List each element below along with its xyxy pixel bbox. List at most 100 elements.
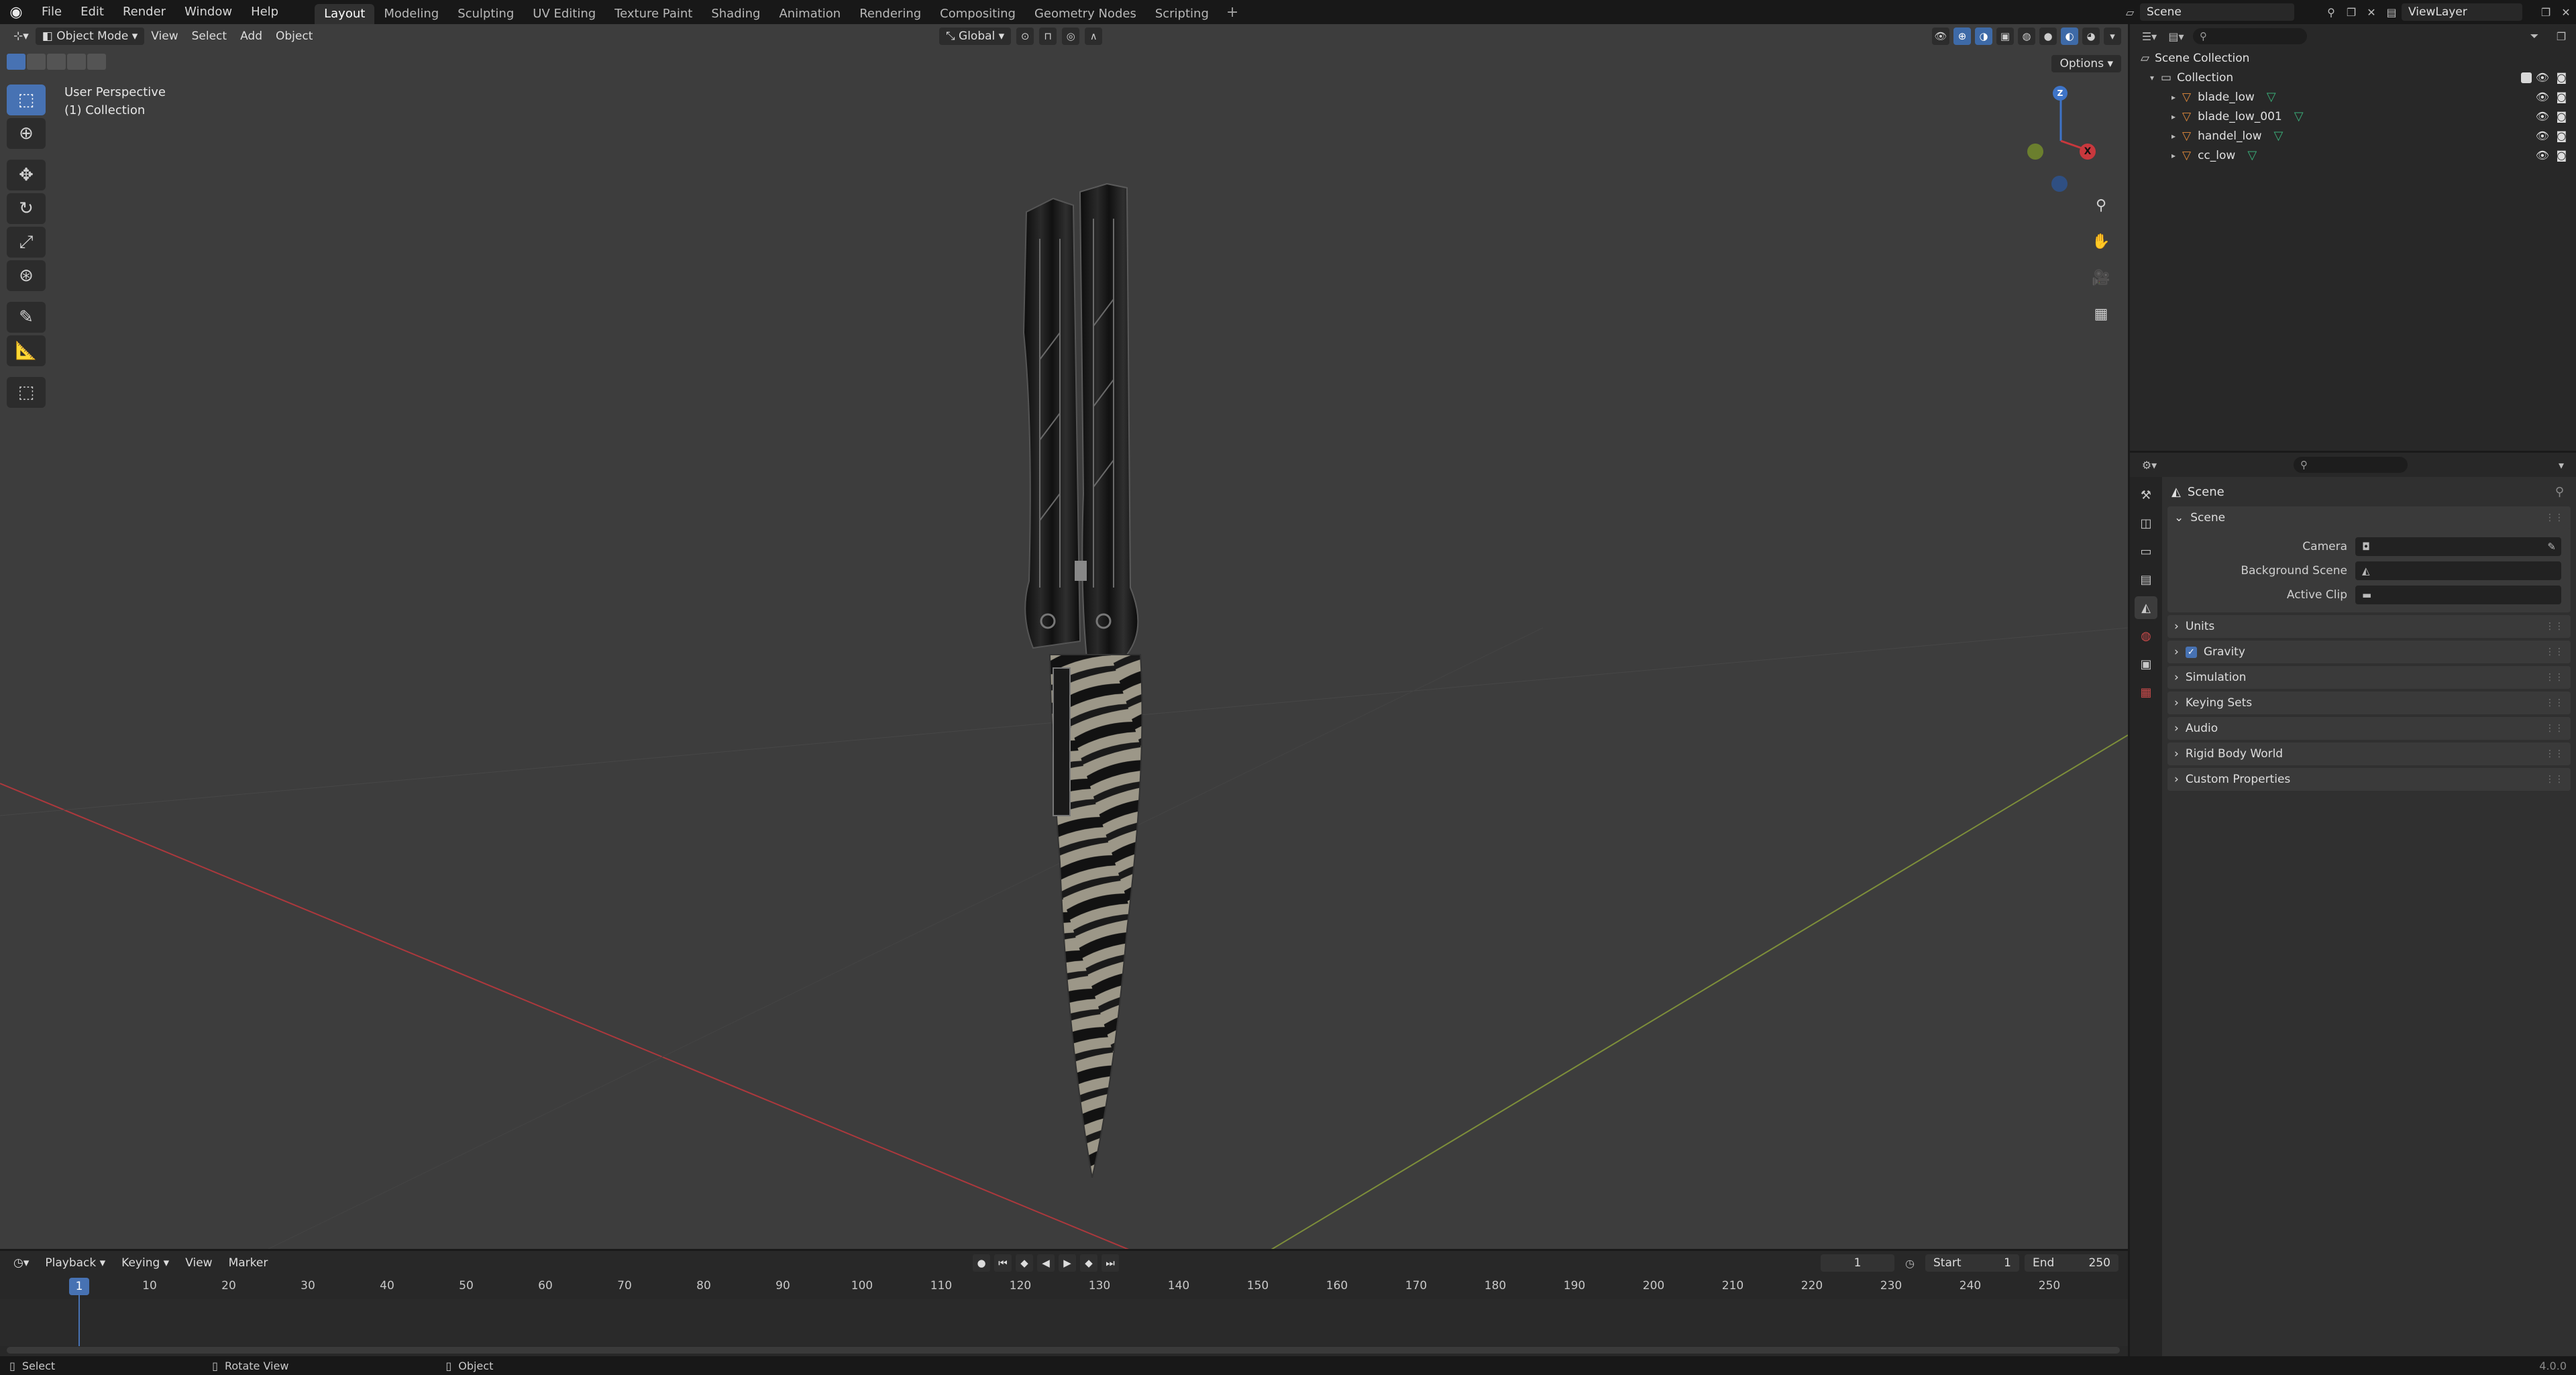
end-frame-input[interactable]: End 250 xyxy=(2025,1254,2118,1272)
active-clip-input[interactable]: ▬ xyxy=(2355,586,2561,604)
shading-options-icon[interactable]: ▾ xyxy=(2104,28,2121,45)
properties-search-input[interactable]: ⚲ xyxy=(2294,457,2408,473)
tab-uv-editing[interactable]: UV Editing xyxy=(523,4,605,24)
drag-grip-icon[interactable]: ⋮⋮ xyxy=(2545,749,2564,759)
select-new-mode[interactable] xyxy=(7,54,25,70)
move-tool-icon[interactable]: ✥ xyxy=(7,160,46,190)
camera-icon[interactable]: ◙ xyxy=(2556,110,2567,123)
orientation-selector[interactable]: ⤡ Global ▾ xyxy=(939,28,1012,45)
background-scene-input[interactable]: ◭ xyxy=(2355,561,2561,580)
clock-icon[interactable]: ◷ xyxy=(1902,1255,1918,1271)
drag-grip-icon[interactable]: ⋮⋮ xyxy=(2545,621,2564,632)
proportional-edit-icon[interactable]: ◎ xyxy=(1062,28,1080,45)
units-panel-header[interactable]: › Units ⋮⋮ xyxy=(2167,615,2571,638)
pan-hand-icon[interactable]: ✋ xyxy=(2088,228,2114,255)
frame-ruler[interactable]: 10 20 30 40 50 60 70 80 90 100 110 120 1… xyxy=(0,1279,2128,1299)
menu-window[interactable]: Window xyxy=(175,0,241,24)
navigation-gizmo[interactable]: Z X xyxy=(2014,82,2108,203)
custom-properties-panel[interactable]: › Custom Properties ⋮⋮ xyxy=(2167,768,2571,791)
expand-icon[interactable]: ▸ xyxy=(2171,112,2182,121)
camera-icon[interactable]: ◙ xyxy=(2556,149,2567,162)
world-tab-icon[interactable]: ◍ xyxy=(2135,624,2157,647)
menu-help[interactable]: Help xyxy=(241,0,288,24)
tab-layout[interactable]: Layout xyxy=(315,4,375,24)
jump-end-icon[interactable]: ⏭ xyxy=(1102,1254,1119,1272)
transform-tool-icon[interactable]: ⊛ xyxy=(7,260,46,291)
eye-icon[interactable]: 👁 xyxy=(2536,129,2549,142)
play-reverse-icon[interactable]: ◀ xyxy=(1037,1254,1055,1272)
xray-icon[interactable]: ▣ xyxy=(1996,28,2014,45)
simulation-panel[interactable]: › Simulation ⋮⋮ xyxy=(2167,666,2571,689)
pin-icon[interactable]: ⚲ xyxy=(2555,485,2564,499)
new-collection-icon[interactable]: ❐ xyxy=(2553,28,2569,44)
scene-tab-icon[interactable]: ◭ xyxy=(2135,596,2157,619)
start-frame-input[interactable]: Start 1 xyxy=(1925,1254,2019,1272)
mesh-data-icon[interactable]: ▽ xyxy=(2294,109,2304,123)
select-subtract-mode[interactable] xyxy=(47,54,66,70)
marker-menu[interactable]: Marker xyxy=(222,1254,275,1272)
drag-grip-icon[interactable]: ⋮⋮ xyxy=(2545,698,2564,708)
tab-rendering[interactable]: Rendering xyxy=(850,4,930,24)
visibility-icon[interactable]: 👁 xyxy=(1932,28,1949,45)
editor-type-icon[interactable]: ⊹▾ xyxy=(7,28,36,45)
drag-grip-icon[interactable]: ⋮⋮ xyxy=(2545,723,2564,734)
timeline-scrollbar[interactable] xyxy=(7,1347,2120,1354)
properties-options-icon[interactable]: ▾ xyxy=(2553,457,2569,473)
expand-icon[interactable]: ▸ xyxy=(2171,151,2182,160)
gravity-panel-header[interactable]: › ✓ Gravity ⋮⋮ xyxy=(2167,641,2571,663)
view-layer-tab-icon[interactable]: ▤ xyxy=(2135,568,2157,591)
tab-compositing[interactable]: Compositing xyxy=(930,4,1025,24)
custom-properties-panel-header[interactable]: › Custom Properties ⋮⋮ xyxy=(2167,768,2571,791)
mesh-data-icon[interactable]: ▽ xyxy=(2274,129,2284,143)
mode-selector[interactable]: ◧ Object Mode ▾ xyxy=(35,28,145,45)
zoom-icon[interactable]: ⚲ xyxy=(2088,192,2114,219)
keyframe-area[interactable] xyxy=(0,1299,2128,1346)
close-layer-icon[interactable]: ✕ xyxy=(2558,4,2574,20)
menu-file[interactable]: File xyxy=(32,0,71,24)
measure-tool-icon[interactable]: 📐 xyxy=(7,335,46,366)
rigid-body-world-panel[interactable]: › Rigid Body World ⋮⋮ xyxy=(2167,742,2571,765)
drag-grip-icon[interactable]: ⋮⋮ xyxy=(2545,774,2564,785)
tab-modeling[interactable]: Modeling xyxy=(374,4,448,24)
camera-view-icon[interactable]: 🎥 xyxy=(2088,264,2114,291)
expand-icon[interactable]: ▸ xyxy=(2171,131,2182,141)
drag-grip-icon[interactable]: ⋮⋮ xyxy=(2545,672,2564,683)
pin-icon[interactable]: ⚲ xyxy=(2323,4,2339,20)
next-keyframe-icon[interactable]: ◆ xyxy=(1080,1254,1097,1272)
blender-logo-icon[interactable]: ◉ xyxy=(0,0,32,24)
tool-tab-icon[interactable]: ⚒ xyxy=(2135,484,2157,506)
rendered-shading-icon[interactable]: ◕ xyxy=(2082,28,2100,45)
tab-geometry-nodes[interactable]: Geometry Nodes xyxy=(1025,4,1146,24)
select-extend-mode[interactable] xyxy=(27,54,46,70)
eye-icon[interactable]: 👁 xyxy=(2536,71,2549,84)
eyedropper-icon[interactable]: ✎ xyxy=(2547,541,2556,553)
audio-panel-header[interactable]: › Audio ⋮⋮ xyxy=(2167,717,2571,740)
ortho-grid-icon[interactable]: ▦ xyxy=(2088,300,2114,327)
object-row-handel-low[interactable]: ▸ ▽ handel_low ▽ 👁 ◙ xyxy=(2130,126,2576,146)
outliner-editor-icon[interactable]: ☰▾ xyxy=(2141,28,2157,44)
scene-icon[interactable]: ▱ xyxy=(2122,4,2138,20)
scale-tool-icon[interactable]: ⤢ xyxy=(7,227,46,258)
camera-icon[interactable]: ◙ xyxy=(2556,91,2567,103)
simulation-panel-header[interactable]: › Simulation ⋮⋮ xyxy=(2167,666,2571,689)
output-tab-icon[interactable]: ▭ xyxy=(2135,540,2157,563)
mesh-data-icon[interactable]: ▽ xyxy=(2267,90,2276,104)
scene-selector[interactable]: Scene xyxy=(2140,3,2294,21)
select-invert-mode[interactable] xyxy=(67,54,86,70)
keying-sets-panel[interactable]: › Keying Sets ⋮⋮ xyxy=(2167,692,2571,714)
units-panel[interactable]: › Units ⋮⋮ xyxy=(2167,615,2571,638)
new-layer-icon[interactable]: ❐ xyxy=(2538,4,2554,20)
viewport-menu-view[interactable]: View xyxy=(144,28,184,45)
collection-row[interactable]: ▾ ▭ Collection 👁 ◙ xyxy=(2130,68,2576,87)
rigid-body-world-panel-header[interactable]: › Rigid Body World ⋮⋮ xyxy=(2167,742,2571,765)
mesh-data-icon[interactable]: ▽ xyxy=(2247,148,2257,162)
close-scene-icon[interactable]: ✕ xyxy=(2363,4,2379,20)
gizmo-y-axis-negative[interactable] xyxy=(2027,144,2043,160)
gizmo-z-axis[interactable]: Z xyxy=(2053,86,2068,101)
object-row-cc-low[interactable]: ▸ ▽ cc_low ▽ 👁 ◙ xyxy=(2130,146,2576,165)
viewport-menu-object[interactable]: Object xyxy=(269,28,319,45)
render-tab-icon[interactable]: ◫ xyxy=(2135,512,2157,535)
select-intersect-mode[interactable] xyxy=(87,54,106,70)
current-frame-indicator[interactable]: 1 xyxy=(69,1278,89,1295)
current-frame-input[interactable]: 1 xyxy=(1821,1254,1894,1272)
